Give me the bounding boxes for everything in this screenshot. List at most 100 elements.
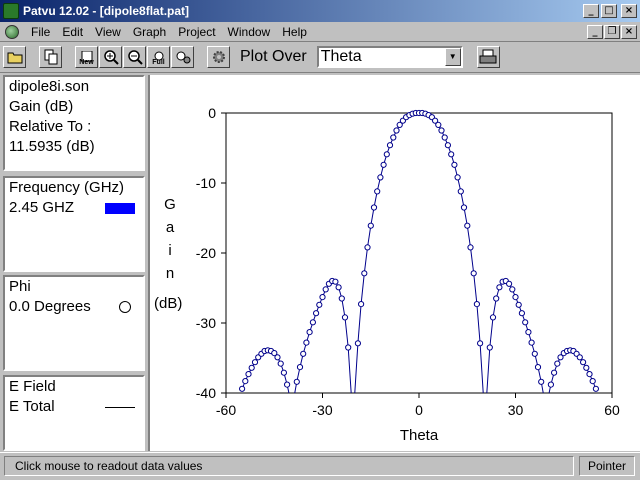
data-point bbox=[547, 381, 554, 388]
zoom-full-button[interactable]: Full bbox=[147, 46, 170, 68]
plot-area[interactable]: Gain -60 -30 0 30 60 0 -10 -20 -30 -40 Theta (dB) bbox=[148, 75, 640, 451]
plot-frame bbox=[225, 112, 613, 394]
frequency-value: 2.45 GHZ bbox=[9, 199, 75, 216]
zoom-in-button[interactable] bbox=[99, 46, 122, 68]
x-tick-label: -60 bbox=[216, 402, 236, 418]
doc-restore-icon[interactable]: ❐ bbox=[604, 24, 620, 39]
file-info-box: dipole8i.son Gain (dB) Relative To : 11.… bbox=[3, 75, 145, 171]
info-panel: dipole8i.son Gain (dB) Relative To : 11.… bbox=[3, 75, 145, 451]
data-point bbox=[493, 295, 500, 302]
data-point bbox=[580, 359, 587, 366]
print-button[interactable] bbox=[476, 46, 500, 68]
zoom-gear-icon bbox=[176, 51, 190, 64]
phi-box[interactable]: Phi 0.0 Degrees bbox=[3, 275, 145, 371]
doc-minimize-icon[interactable]: _ bbox=[587, 24, 603, 39]
data-point bbox=[341, 314, 349, 321]
phi-value: 0.0 Degrees bbox=[9, 298, 91, 315]
data-point bbox=[274, 354, 281, 361]
zoom-in-icon bbox=[103, 50, 119, 65]
chevron-down-icon[interactable]: ▼ bbox=[444, 48, 461, 66]
data-point bbox=[551, 369, 558, 376]
zoom-settings-button[interactable] bbox=[171, 46, 194, 68]
y-tick-label: -10 bbox=[196, 175, 216, 191]
menu-window[interactable]: Window bbox=[222, 25, 277, 39]
data-point bbox=[313, 310, 320, 317]
data-point bbox=[451, 161, 458, 168]
title-bar: Patvu 12.02 - [dipole8flat.pat] _ □ × bbox=[0, 0, 640, 22]
frequency-header: Frequency (GHz) bbox=[9, 179, 125, 196]
data-point bbox=[522, 319, 529, 326]
data-point bbox=[322, 286, 329, 293]
quantity-label: Gain (dB) bbox=[9, 98, 74, 115]
data-point bbox=[280, 369, 287, 376]
document-icon[interactable] bbox=[5, 24, 19, 39]
data-point bbox=[335, 284, 342, 291]
menu-project[interactable]: Project bbox=[172, 25, 221, 39]
data-point bbox=[377, 174, 384, 181]
field-value: E Total bbox=[9, 398, 55, 415]
x-tick-label: -30 bbox=[312, 402, 332, 418]
relative-value: 11.5935 (dB) bbox=[9, 138, 95, 155]
menu-graph[interactable]: Graph bbox=[127, 25, 172, 39]
maximize-icon[interactable]: □ bbox=[601, 4, 617, 18]
data-point bbox=[586, 371, 593, 378]
menu-bar: File Edit View Graph Project Window Help… bbox=[0, 22, 640, 41]
open-folder-icon bbox=[7, 52, 22, 64]
data-point bbox=[364, 244, 371, 251]
zoom-out-button[interactable] bbox=[123, 46, 146, 68]
open-button[interactable] bbox=[3, 46, 26, 68]
data-point bbox=[296, 364, 304, 371]
data-point bbox=[473, 301, 480, 308]
window-title: Patvu 12.02 - [dipole8flat.pat] bbox=[23, 4, 190, 18]
plot-over-label: Plot Over bbox=[240, 48, 307, 65]
new-button[interactable]: New bbox=[75, 46, 98, 68]
data-point bbox=[576, 354, 583, 361]
data-point bbox=[345, 344, 352, 351]
x-axis-label: Theta bbox=[400, 427, 439, 444]
frequency-box[interactable]: Frequency (GHz) 2.45 GHZ bbox=[3, 176, 145, 272]
data-point bbox=[457, 188, 464, 195]
field-box[interactable]: E Field E Total bbox=[3, 375, 145, 451]
series-group bbox=[239, 109, 599, 393]
frequency-entry[interactable]: 2.45 GHZ bbox=[9, 198, 139, 218]
data-point bbox=[583, 364, 590, 371]
minimize-icon[interactable]: _ bbox=[583, 4, 599, 18]
x-tick-label: 30 bbox=[508, 402, 524, 418]
close-icon[interactable]: × bbox=[621, 4, 637, 18]
phi-header: Phi bbox=[9, 278, 31, 295]
menu-edit[interactable]: Edit bbox=[56, 25, 89, 39]
data-point bbox=[284, 381, 291, 388]
data-point bbox=[386, 142, 394, 149]
data-point bbox=[239, 385, 246, 392]
data-point bbox=[358, 301, 365, 308]
circle-marker-icon bbox=[119, 301, 131, 313]
data-point bbox=[316, 301, 323, 308]
data-point bbox=[589, 378, 596, 385]
printer-icon bbox=[479, 49, 497, 64]
data-point bbox=[464, 222, 471, 229]
field-entry[interactable]: E Total bbox=[9, 397, 139, 417]
data-point bbox=[306, 329, 313, 336]
zoom-out-icon bbox=[127, 50, 143, 65]
data-point bbox=[370, 204, 378, 211]
copy-button[interactable] bbox=[39, 46, 62, 68]
data-point bbox=[525, 329, 532, 336]
doc-close-icon[interactable]: × bbox=[621, 24, 637, 39]
menu-help[interactable]: Help bbox=[276, 25, 313, 39]
data-point bbox=[460, 204, 468, 211]
data-point bbox=[444, 142, 451, 149]
settings-button[interactable] bbox=[207, 46, 230, 68]
gain-chart[interactable]: -60 -30 0 30 60 0 -10 -20 -30 -40 Theta bbox=[150, 75, 640, 451]
menu-file[interactable]: File bbox=[25, 25, 56, 39]
data-point bbox=[354, 340, 361, 347]
phi-entry[interactable]: 0.0 Degrees bbox=[9, 297, 139, 317]
data-point bbox=[554, 360, 561, 367]
plot-over-select[interactable]: Theta ▼ bbox=[316, 46, 463, 68]
data-point bbox=[518, 310, 525, 317]
menu-view[interactable]: View bbox=[89, 25, 127, 39]
data-point bbox=[242, 378, 249, 385]
relative-label: Relative To : bbox=[9, 118, 92, 135]
data-point bbox=[470, 270, 477, 277]
series-line bbox=[241, 112, 597, 393]
app-icon[interactable] bbox=[3, 3, 19, 19]
